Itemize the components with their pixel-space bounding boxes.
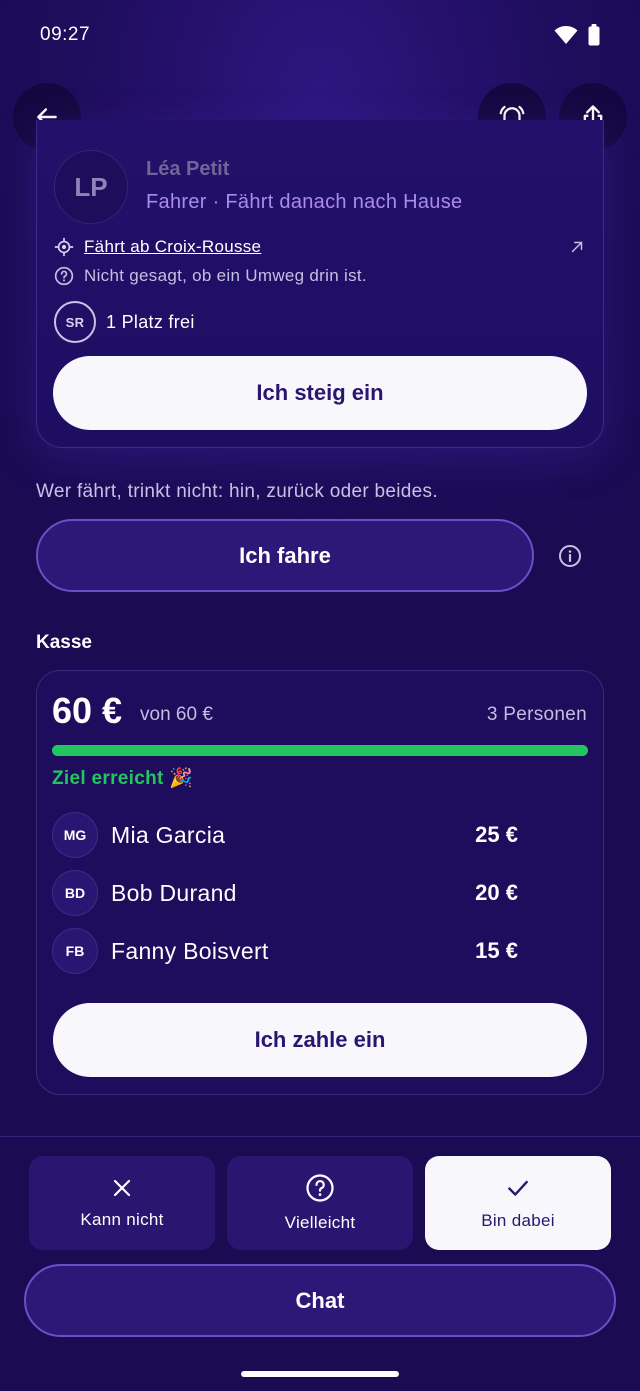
seat-passenger-avatar: SR xyxy=(54,301,96,343)
rsvp-maybe-button[interactable]: Vielleicht xyxy=(227,1156,413,1250)
pay-in-button[interactable]: Ich zahle ein xyxy=(53,1003,587,1077)
contributor-name: Mia Garcia xyxy=(111,821,226,848)
departure-row[interactable]: Fährt ab Croix-Rousse xyxy=(54,237,586,257)
contributor-row: MG Mia Garcia 25 € xyxy=(52,811,518,859)
question-circle-icon xyxy=(54,266,74,286)
contributor-avatar: BD xyxy=(52,870,98,916)
kasse-goal: von 60 € xyxy=(140,704,213,725)
detour-note: Nicht gesagt, ob ein Umweg drin ist. xyxy=(84,266,367,285)
rsvp-going-label: Bin dabei xyxy=(481,1211,555,1230)
rsvp-cant-button[interactable]: Kann nicht xyxy=(29,1156,215,1250)
driver-name: Léa Petit xyxy=(146,158,230,180)
location-target-icon xyxy=(54,237,74,257)
chat-button[interactable]: Chat xyxy=(24,1264,616,1337)
home-indicator[interactable] xyxy=(241,1371,399,1377)
status-icons xyxy=(554,24,600,46)
contributor-avatar: MG xyxy=(52,812,98,858)
contributor-avatar: FB xyxy=(52,928,98,974)
join-ride-button[interactable]: Ich steig ein xyxy=(53,356,587,430)
drive-info-button[interactable] xyxy=(558,544,582,573)
contributor-amount: 15 € xyxy=(475,938,518,963)
contributor-name: Bob Durand xyxy=(111,879,237,906)
kasse-amount: 60 € xyxy=(52,690,123,731)
rsvp-cant-label: Kann nicht xyxy=(80,1210,164,1229)
departure-link[interactable]: Fährt ab Croix-Rousse xyxy=(84,237,261,257)
question-circle-icon xyxy=(306,1174,334,1202)
bottom-divider xyxy=(0,1136,640,1137)
driver-subtitle: Fahrer · Fährt danach nach Hause xyxy=(146,191,463,213)
kasse-title: Kasse xyxy=(36,632,92,653)
kasse-persons: 3 Personen xyxy=(486,704,587,725)
contributor-name: Fanny Boisvert xyxy=(111,937,269,964)
detour-row: Nicht gesagt, ob ein Umweg drin ist. xyxy=(54,266,367,286)
status-time: 09:27 xyxy=(40,24,91,45)
seats-row: SR 1 Platz frei xyxy=(54,301,195,343)
wifi-icon xyxy=(554,26,578,44)
rsvp-going-button[interactable]: Bin dabei xyxy=(425,1156,611,1250)
kasse-progress-fill xyxy=(52,745,588,756)
battery-icon xyxy=(588,24,600,46)
rsvp-maybe-label: Vielleicht xyxy=(284,1213,356,1232)
kasse-progress-bar xyxy=(52,745,588,756)
i-drive-button[interactable]: Ich fahre xyxy=(36,519,534,592)
drive-info-text: Wer fährt, trinkt nicht: hin, zurück ode… xyxy=(36,481,438,502)
close-icon xyxy=(113,1179,131,1197)
seats-label: 1 Platz frei xyxy=(106,311,195,332)
info-icon xyxy=(559,545,581,567)
contributor-amount: 25 € xyxy=(475,822,518,847)
status-bar: 09:27 xyxy=(0,0,640,70)
goal-reached-label: Ziel erreicht 🎉 xyxy=(52,768,194,789)
contributor-amount: 20 € xyxy=(475,880,518,905)
contributor-row: FB Fanny Boisvert 15 € xyxy=(52,927,518,975)
driver-avatar: LP xyxy=(54,150,128,224)
arrow-up-right-icon xyxy=(571,241,583,253)
contributor-row: BD Bob Durand 20 € xyxy=(52,869,518,917)
check-icon xyxy=(508,1180,528,1196)
